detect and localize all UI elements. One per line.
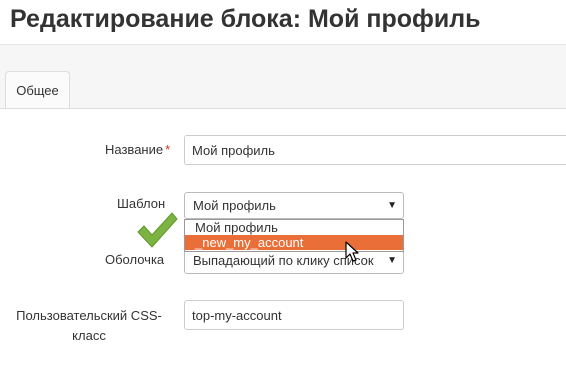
required-asterisk: *	[165, 142, 171, 157]
name-label: Название	[105, 142, 164, 157]
tab-general[interactable]: Общее	[5, 71, 70, 109]
name-label-group: Название *	[105, 142, 170, 157]
css-class-input[interactable]	[184, 300, 404, 330]
template-selected-value: Мой профиль	[193, 198, 276, 213]
template-select[interactable]: Мой профиль ▼	[184, 192, 404, 219]
template-option-my-profile[interactable]: Мой профиль	[185, 220, 403, 235]
page-header: Редактирование блока: Мой профиль	[0, 0, 566, 45]
template-option-new-my-account[interactable]: _new_my_account	[185, 235, 403, 250]
mouse-pointer-icon	[345, 241, 359, 262]
template-label: Шаблон	[117, 196, 166, 211]
chevron-down-icon: ▼	[387, 200, 397, 211]
check-icon	[137, 212, 178, 248]
wrapper-label: Оболочка	[105, 252, 165, 267]
page-title: Редактирование блока: Мой профиль	[10, 5, 481, 33]
name-input[interactable]	[184, 135, 566, 165]
template-dropdown-list: Мой профиль _new_my_account	[184, 219, 404, 252]
css-class-label: Пользовательский CSS-класс	[16, 308, 162, 343]
